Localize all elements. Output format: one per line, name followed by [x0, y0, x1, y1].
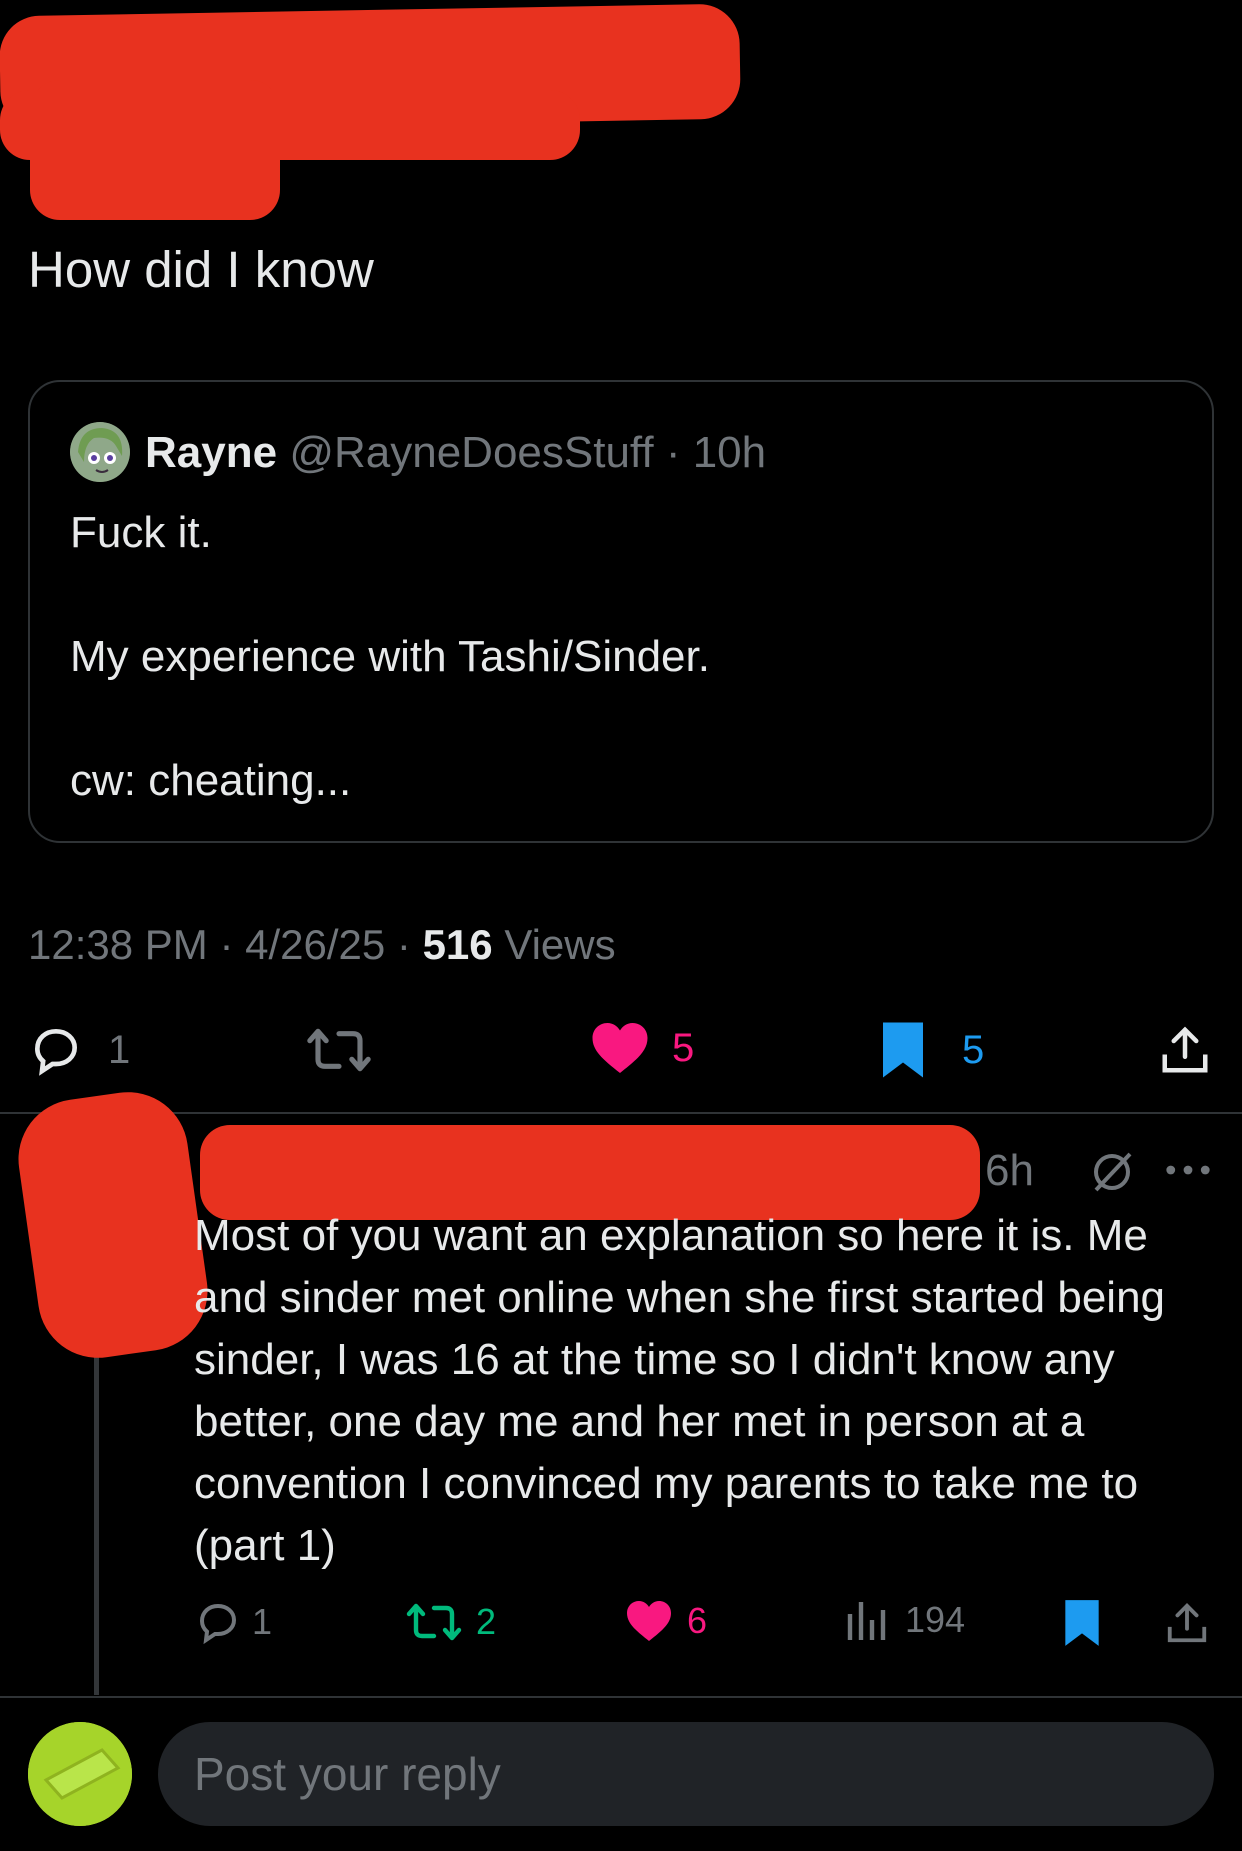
quoted-line: cw: cheating... — [70, 756, 352, 805]
share-action[interactable] — [1158, 1022, 1212, 1078]
reply-like-count: 6 — [687, 1600, 708, 1641]
bookmark-icon — [883, 1022, 923, 1078]
share-icon — [1162, 1026, 1208, 1073]
composer-avatar[interactable] — [28, 1722, 132, 1826]
views-label[interactable]: Views — [504, 921, 615, 968]
quoted-body: Fuck it. My experience with Tashi/Sinder… — [70, 502, 1170, 812]
post-time: 12:38 PM — [28, 921, 208, 968]
views-count: 516 — [422, 921, 493, 968]
reply-repost-action[interactable]: 2 — [406, 1598, 496, 1646]
divider — [0, 1696, 1242, 1698]
repost-action[interactable] — [305, 1022, 373, 1078]
separator-dot: · — [396, 921, 423, 968]
analytics-icon — [847, 1602, 886, 1640]
bookmark-icon — [1065, 1600, 1099, 1646]
repost-icon — [406, 1603, 462, 1641]
reply-input[interactable] — [158, 1722, 1214, 1826]
quoted-post[interactable]: Rayne @RayneDoesStuff · 10h Fuck it. My … — [28, 380, 1214, 843]
more-icon[interactable] — [1165, 1158, 1211, 1187]
quoted-header: Rayne @RayneDoesStuff · 10h — [145, 427, 766, 479]
quoted-handle[interactable]: @RayneDoesStuff — [289, 428, 653, 477]
reply-icon — [199, 1603, 237, 1645]
heart-icon — [592, 1023, 648, 1073]
divider — [0, 1112, 1242, 1114]
reply-repost-count: 2 — [476, 1601, 497, 1642]
separator-dot: · — [219, 921, 246, 968]
share-icon — [1167, 1603, 1207, 1643]
reply-views-action[interactable]: 194 — [845, 1598, 965, 1642]
reply-composer[interactable] — [158, 1722, 1214, 1826]
reply-count: 1 — [108, 1027, 131, 1072]
reply-reply-count: 1 — [252, 1601, 273, 1642]
redaction-reply-avatar — [10, 1084, 216, 1366]
separator-dot: · — [653, 428, 693, 477]
reply-icon — [34, 1028, 78, 1076]
like-action[interactable]: 5 — [590, 1020, 694, 1076]
bookmark-count: 5 — [962, 1027, 985, 1072]
post-date: 4/26/25 — [245, 921, 386, 968]
quoted-line: My experience with Tashi/Sinder. — [70, 632, 710, 681]
post-text: How did I know — [28, 241, 374, 298]
reply-like-action[interactable]: 6 — [625, 1598, 707, 1644]
grok-icon[interactable] — [1088, 1148, 1136, 1201]
redaction-header-mid — [0, 90, 580, 160]
reply-views-count: 194 — [905, 1599, 966, 1640]
reply-action[interactable]: 1 — [28, 1022, 130, 1078]
heart-icon — [627, 1601, 671, 1641]
repost-icon — [307, 1028, 371, 1072]
reply-reply-action[interactable]: 1 — [194, 1598, 272, 1646]
post-meta: 12:38 PM · 4/26/25 · 516 Views — [28, 915, 616, 975]
reply-bookmark-action[interactable] — [1063, 1598, 1101, 1648]
reply-share-action[interactable] — [1164, 1600, 1210, 1646]
quoted-avatar[interactable] — [70, 422, 130, 482]
bookmark-action[interactable]: 5 — [880, 1020, 984, 1080]
reply-text: Most of you want an explanation so here … — [194, 1211, 1166, 1570]
quoted-time: 10h — [692, 428, 767, 477]
like-count: 5 — [672, 1025, 695, 1070]
quoted-line: Fuck it. — [70, 508, 212, 557]
quoted-name[interactable]: Rayne — [145, 428, 277, 477]
reply-time: 6h — [985, 1146, 1034, 1195]
